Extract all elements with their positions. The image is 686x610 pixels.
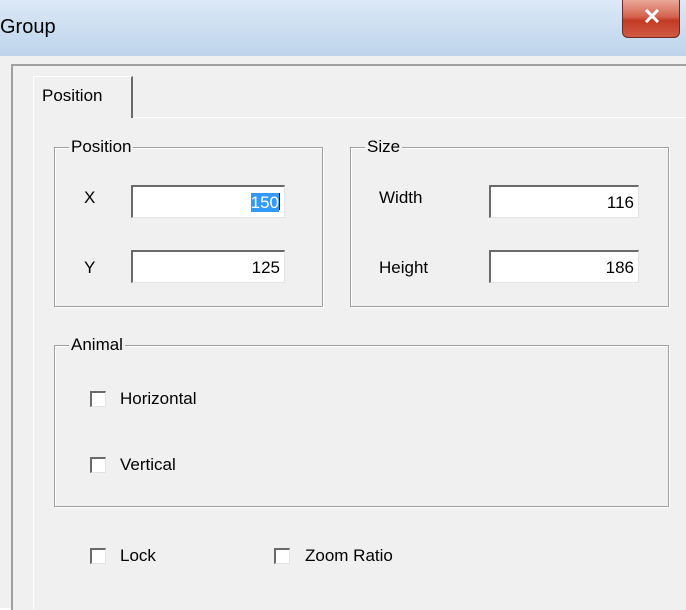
x-input-selected-text: 150 xyxy=(250,193,279,212)
vertical-checkbox[interactable] xyxy=(90,457,106,473)
close-icon xyxy=(645,9,659,23)
height-label: Height xyxy=(379,258,429,277)
x-input[interactable]: 150 xyxy=(131,185,285,218)
position-group-title: Position xyxy=(69,137,134,157)
animal-group-title: Animal xyxy=(69,335,125,355)
width-label: Width xyxy=(379,188,423,207)
zoom-ratio-label[interactable]: Zoom Ratio xyxy=(305,546,393,566)
lock-label[interactable]: Lock xyxy=(120,546,156,566)
tab-position-label: Position xyxy=(42,86,103,105)
y-input[interactable]: 125 xyxy=(131,250,285,283)
size-groupbox: Size xyxy=(350,137,669,307)
title-bar: Group xyxy=(0,0,686,56)
position-groupbox: Position xyxy=(54,137,323,307)
vertical-label[interactable]: Vertical xyxy=(120,455,176,475)
close-button[interactable] xyxy=(622,0,680,38)
horizontal-label[interactable]: Horizontal xyxy=(120,389,197,409)
y-label: Y xyxy=(84,258,96,277)
x-label: X xyxy=(84,188,96,207)
animal-groupbox: Animal xyxy=(54,335,669,507)
lock-checkbox[interactable] xyxy=(90,548,106,564)
horizontal-checkbox[interactable] xyxy=(90,391,106,407)
tab-position[interactable]: Position xyxy=(33,76,133,118)
zoom-ratio-checkbox[interactable] xyxy=(274,548,290,564)
window-title: Group xyxy=(0,16,56,38)
size-group-title: Size xyxy=(365,137,403,157)
text-caret xyxy=(279,193,280,210)
width-input[interactable]: 116 xyxy=(489,185,639,218)
height-input[interactable]: 186 xyxy=(489,250,639,283)
